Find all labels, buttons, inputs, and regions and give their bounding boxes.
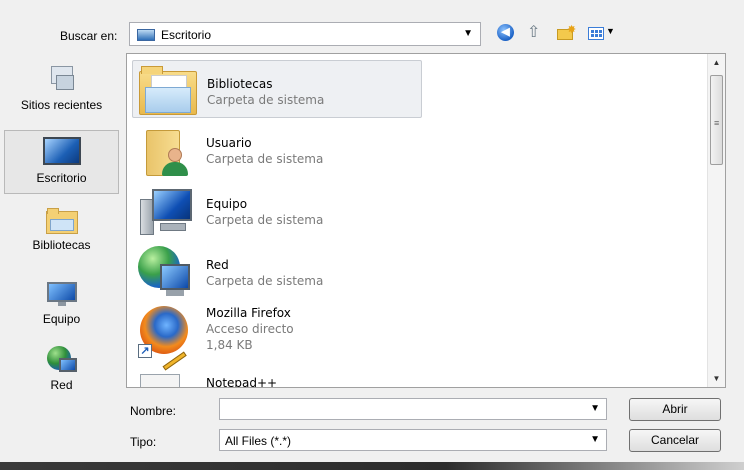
firefox-icon: ↗: [138, 304, 196, 358]
user-folder-icon: [138, 124, 196, 176]
look-in-label: Buscar en:: [60, 29, 118, 43]
item-name: Red: [206, 258, 229, 272]
file-list[interactable]: Bibliotecas Carpeta de sistema Usuario C…: [126, 53, 726, 388]
chevron-down-icon[interactable]: ▼: [590, 434, 600, 445]
list-item[interactable]: Usuario Carpeta de sistema: [132, 120, 422, 178]
item-type: Carpeta de sistema: [206, 152, 324, 166]
chevron-down-icon[interactable]: ▼: [590, 403, 600, 414]
place-libraries[interactable]: Bibliotecas: [4, 202, 119, 264]
list-item[interactable]: ↗ Mozilla Firefox Acceso directo 1,84 KB: [132, 290, 422, 366]
file-name-label: Nombre:: [130, 404, 177, 418]
chevron-down-icon[interactable]: ▼: [463, 28, 473, 39]
place-network[interactable]: Red: [4, 340, 119, 394]
toolbar: Buscar en: Escritorio ▼ ◀ ⇧ ✸ ▼: [0, 0, 744, 55]
place-recent[interactable]: Sitios recientes: [4, 62, 119, 122]
shortcut-arrow-icon: ↗: [138, 344, 152, 358]
view-menu-icon[interactable]: ▼: [588, 24, 622, 42]
look-in-combobox[interactable]: Escritorio ▼: [129, 22, 481, 46]
item-type: Carpeta de sistema: [207, 93, 325, 107]
cancel-button[interactable]: Cancelar: [629, 429, 721, 452]
item-type: Acceso directo: [206, 322, 294, 336]
place-label: Bibliotecas: [32, 238, 91, 252]
item-size: 1,84 KB: [206, 338, 253, 352]
recent-places-icon: [47, 66, 77, 94]
item-name: Notepad++: [206, 376, 278, 388]
computer-icon: [138, 185, 196, 237]
item-type: Carpeta de sistema: [206, 213, 324, 227]
place-label: Sitios recientes: [20, 98, 103, 112]
libraries-folder-icon: [139, 65, 197, 117]
place-desktop[interactable]: Escritorio: [4, 130, 119, 194]
open-button[interactable]: Abrir: [629, 398, 721, 421]
scroll-down-icon[interactable]: ▼: [708, 374, 725, 383]
notepad-plus-icon: [138, 351, 196, 387]
places-bar: Sitios recientes Escritorio Bibliotecas …: [4, 54, 121, 394]
network-icon: [46, 346, 77, 374]
place-label: Equipo: [42, 312, 81, 326]
desktop-small-icon: [137, 29, 155, 41]
list-item[interactable]: Bibliotecas Carpeta de sistema: [132, 60, 422, 118]
item-name: Equipo: [206, 197, 248, 211]
file-type-label: Tipo:: [130, 435, 157, 449]
item-name: Bibliotecas: [207, 77, 273, 91]
back-icon[interactable]: ◀: [497, 24, 517, 42]
item-type: Carpeta de sistema: [206, 274, 324, 288]
window-bottom-edge: [0, 462, 744, 470]
place-label: Red: [50, 378, 73, 392]
file-type-value: All Files (*.*): [225, 434, 292, 448]
desktop-icon: [42, 137, 81, 165]
list-item[interactable]: Equipo Carpeta de sistema: [132, 181, 422, 239]
up-folder-icon[interactable]: ⇧: [527, 24, 547, 42]
file-name-combobox[interactable]: ▼: [219, 398, 607, 420]
vertical-scrollbar[interactable]: ▲ ≡ ▼: [707, 54, 725, 387]
place-computer[interactable]: Equipo: [4, 274, 119, 336]
file-type-select[interactable]: All Files (*.*) ▼: [219, 429, 607, 451]
item-name: Usuario: [206, 136, 252, 150]
item-name: Mozilla Firefox: [206, 306, 291, 320]
list-item[interactable]: Notepad++: [132, 351, 422, 388]
grip-icon: ≡: [714, 118, 720, 128]
look-in-value: Escritorio: [161, 28, 212, 42]
place-label: Escritorio: [36, 171, 87, 185]
scroll-thumb[interactable]: ≡: [710, 75, 723, 165]
computer-icon: [46, 282, 77, 306]
scroll-up-icon[interactable]: ▲: [708, 58, 725, 67]
libraries-icon: [45, 208, 78, 234]
new-folder-icon[interactable]: ✸: [556, 24, 576, 42]
